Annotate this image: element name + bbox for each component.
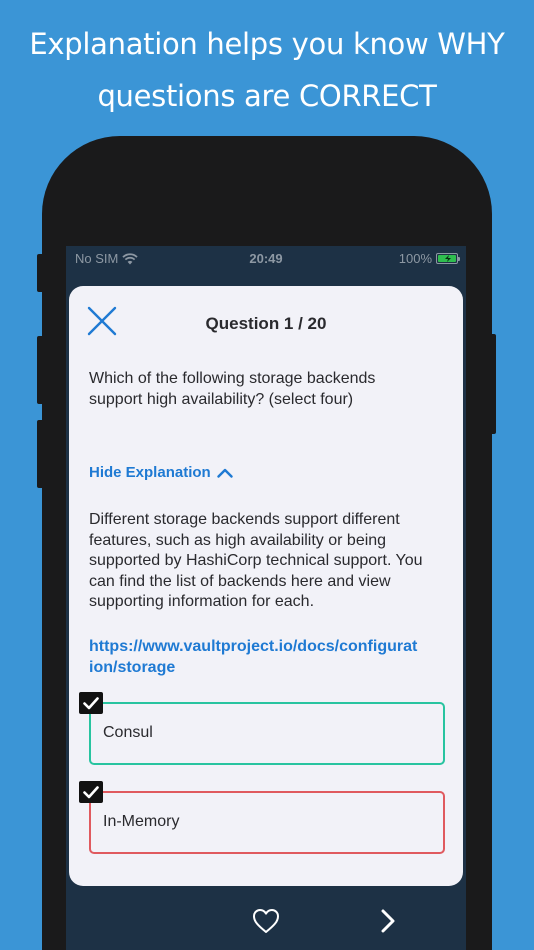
option-label: In-Memory <box>103 813 180 830</box>
hide-explanation-toggle[interactable]: Hide Explanation <box>89 464 233 481</box>
status-battery: 100% <box>398 251 460 266</box>
option-label: Consul <box>103 724 153 741</box>
next-question-button[interactable] <box>378 908 398 934</box>
battery-icon <box>436 253 460 264</box>
check-icon <box>83 696 99 709</box>
heart-icon <box>253 909 279 933</box>
phone-screen: No SIM 20:49 100% Question 1 / 20 Which … <box>66 246 466 950</box>
toggle-label: Hide Explanation <box>89 464 211 481</box>
option-checkbox-consul[interactable] <box>79 692 103 714</box>
battery-percent: 100% <box>398 251 432 266</box>
question-card: Question 1 / 20 Which of the following s… <box>69 286 463 886</box>
promo-line-2: questions are CORRECT <box>97 79 437 113</box>
favorite-button[interactable] <box>252 908 280 934</box>
option-checkbox-in-memory[interactable] <box>79 781 103 803</box>
chevron-up-icon <box>216 468 233 478</box>
question-text: Which of the following storage backends … <box>89 370 376 408</box>
check-icon <box>83 785 99 798</box>
promo-headline: Explanation helps you know WHY questions… <box>0 18 534 122</box>
answer-option-consul[interactable]: Consul <box>89 702 445 765</box>
status-bar: No SIM 20:49 100% <box>66 246 466 270</box>
answer-option-in-memory[interactable]: In-Memory <box>89 791 445 854</box>
promo-line-1: Explanation helps you know WHY <box>29 27 505 61</box>
chevron-right-icon <box>381 909 395 933</box>
question-counter: Question 1 / 20 <box>205 314 327 333</box>
explanation-text: Different storage backends support diffe… <box>89 511 423 610</box>
bottom-toolbar <box>66 896 466 950</box>
reference-link[interactable]: https://www.vaultproject.io/docs/configu… <box>89 637 419 678</box>
